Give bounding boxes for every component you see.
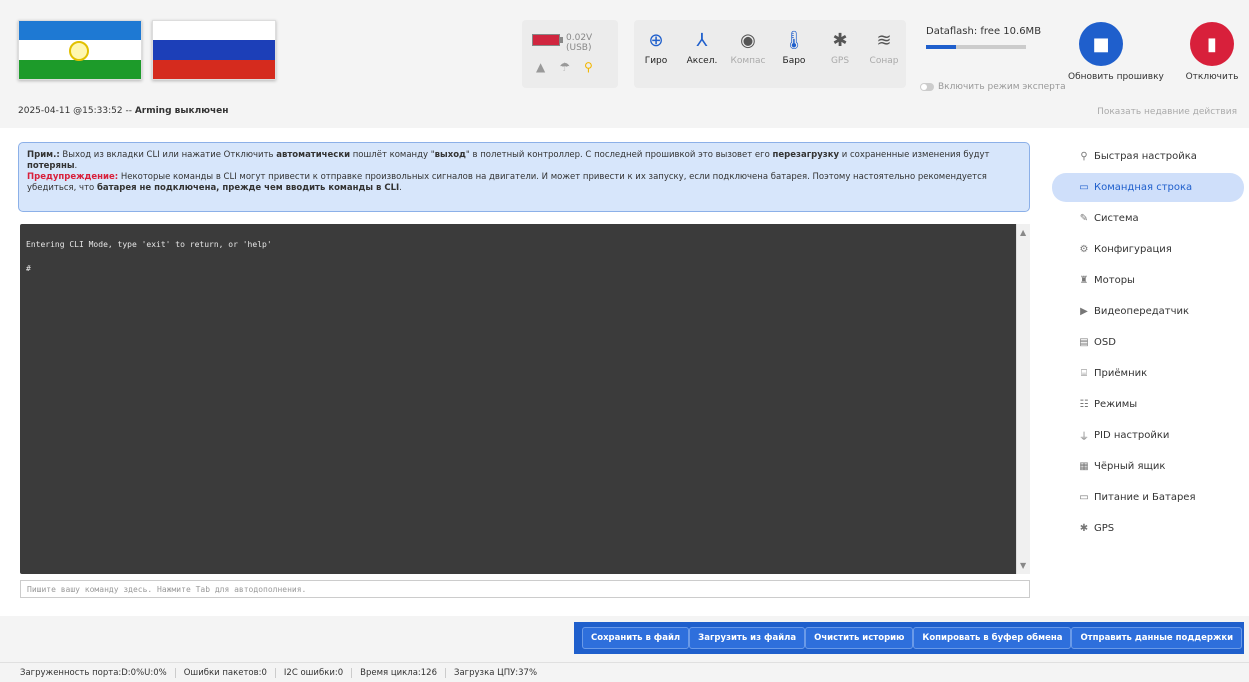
sidebar-item-receiver[interactable]: ⌸ Приёмник [1052, 359, 1244, 388]
axes-icon: ⅄ [696, 30, 708, 51]
sonar-icon: ≋ [876, 30, 892, 51]
action-buttons: Сохранить в файл Загрузить из файла Очис… [574, 622, 1244, 654]
globe-icon: ⊕ [648, 30, 664, 51]
satellite-icon: ✱ [1079, 523, 1089, 534]
battery-panel: 0.02V (USB) ▲ ☂ ⚲ [522, 20, 618, 88]
sidebar-item-video-transmitter[interactable]: ▶ Видеопередатчик [1052, 297, 1244, 326]
parachute-icon: ☂ [559, 60, 570, 74]
dataflash-usage-bar [926, 45, 1026, 49]
sensor-panel: ⊕ Гиро ⅄ Аксел. ◉ Компас 🌡 Баро ✱ GPS ≋ … [634, 20, 906, 88]
blackbox-icon: ▦ [1079, 461, 1089, 472]
sensor-gyro: ⊕ Гиро [636, 30, 676, 66]
sidebar-item-power-battery[interactable]: ▭ Питание и Батарея [1052, 483, 1244, 512]
sidebar-item-osd[interactable]: ▤ OSD [1052, 328, 1244, 357]
status-cpu-load: Загрузка ЦПУ:37% [454, 667, 538, 678]
send-support-data-button[interactable]: Отправить данные поддержки [1071, 627, 1243, 649]
copy-to-clipboard-button[interactable]: Копировать в буфер обмена [913, 627, 1072, 649]
save-to-file-button[interactable]: Сохранить в файл [582, 627, 690, 649]
sensor-gps: ✱ GPS [820, 30, 860, 66]
sidebar-item-motors[interactable]: ♜ Моторы [1052, 266, 1244, 295]
wrench-icon: ✎ [1079, 213, 1089, 224]
toggle-switch[interactable] [920, 83, 934, 91]
load-from-file-button[interactable]: Загрузить из файла [689, 627, 806, 649]
main-content: Прим.: Выход из вкладки CLI или нажатие … [0, 128, 1249, 616]
terminal-icon: ▭ [1079, 182, 1089, 193]
sidebar-item-gps[interactable]: ✱ GPS [1052, 514, 1244, 543]
usb-plug-icon: ▮ [1190, 22, 1234, 66]
modes-icon: ☷ [1079, 399, 1089, 410]
update-firmware-button[interactable]: ■ Обновить прошивку [1068, 22, 1164, 82]
satellite-icon: ✱ [832, 30, 848, 51]
sidebar-item-pid[interactable]: ⏚ PID настройки [1052, 421, 1244, 450]
status-packet-errors: Ошибки пакетов:0 [176, 667, 276, 678]
console-output: Entering CLI Mode, type 'exit' to return… [26, 240, 272, 249]
gear-icon: ⚙ [1079, 244, 1089, 255]
warning-icon: ▲ [536, 60, 546, 74]
kurai-flower-emblem [69, 41, 89, 61]
bashkortostan-flag-logo [18, 20, 142, 80]
cli-console[interactable]: Entering CLI Mode, type 'exit' to return… [20, 224, 1030, 574]
scroll-up-icon[interactable]: ▲ [1020, 228, 1026, 237]
top-header: 0.02V (USB) ▲ ☂ ⚲ ⊕ Гиро ⅄ Аксел. ◉ Комп… [0, 0, 1249, 128]
compass-icon: ◉ [740, 30, 756, 51]
expert-mode-toggle[interactable]: Включить режим эксперта [920, 82, 1066, 92]
sidebar-item-modes[interactable]: ☷ Режимы [1052, 390, 1244, 419]
video-icon: ▶ [1080, 306, 1088, 317]
battery-voltage: 0.02V (USB) [566, 33, 593, 53]
status-bar: Загруженность порта:D:0%U:0% Ошибки паке… [0, 662, 1249, 682]
console-prompt: # [26, 264, 31, 273]
pid-icon: ⏚ [1079, 432, 1089, 443]
sidebar-item-quick-setup[interactable]: ⚲ Быстрая настройка [1052, 142, 1244, 171]
clear-history-button[interactable]: Очистить историю [805, 627, 914, 649]
sensor-baro: 🌡 Баро [774, 30, 814, 66]
status-port-load: Загруженность порта:D:0%U:0% [20, 667, 176, 678]
wrench-icon: ⚲ [1080, 151, 1088, 162]
dataflash-status: Dataflash: free 10.6MB [926, 26, 1046, 49]
receiver-icon: ⌸ [1081, 368, 1087, 379]
sidebar-item-system[interactable]: ✎ Система [1052, 204, 1244, 233]
arming-status-line: 2025-04-11 @15:33:52 -- Arming выключен [18, 106, 229, 116]
scroll-down-icon[interactable]: ▼ [1020, 561, 1026, 570]
recent-actions-link[interactable]: Показать недавние действия [1097, 107, 1237, 117]
sidebar-item-configuration[interactable]: ⚙ Конфигурация [1052, 235, 1244, 264]
cli-command-input[interactable] [20, 580, 1030, 598]
sensor-compass: ◉ Компас [728, 30, 768, 66]
sidebar-nav: ⚲ Быстрая настройка ▭ Командная строка ✎ Си… [1052, 142, 1244, 545]
cli-warning-note: Прим.: Выход из вкладки CLI или нажатие … [18, 142, 1030, 212]
action-bar: Сохранить в файл Загрузить из файла Очис… [0, 616, 1249, 660]
thermometer-icon: 🌡 [782, 30, 806, 51]
disconnect-button[interactable]: ▮ Отключить [1184, 22, 1240, 82]
sidebar-item-blackbox[interactable]: ▦ Чёрный ящик [1052, 452, 1244, 481]
link-icon: ⚲ [584, 60, 593, 74]
sidebar-item-cli[interactable]: ▭ Командная строка [1052, 173, 1244, 202]
battery-icon: ▭ [1079, 492, 1089, 503]
osd-icon: ▤ [1079, 337, 1089, 348]
battery-icon [532, 34, 560, 46]
motor-icon: ♜ [1079, 275, 1089, 286]
status-i2c-errors: I2C ошибки:0 [276, 667, 353, 678]
sensor-sonar: ≋ Сонар [864, 30, 904, 66]
chip-icon: ■ [1079, 22, 1123, 66]
console-scrollbar[interactable]: ▲ ▼ [1016, 224, 1030, 574]
sensor-accel: ⅄ Аксел. [682, 30, 722, 66]
russia-flag-logo [152, 20, 276, 80]
status-cycle-time: Время цикла:126 [352, 667, 446, 678]
